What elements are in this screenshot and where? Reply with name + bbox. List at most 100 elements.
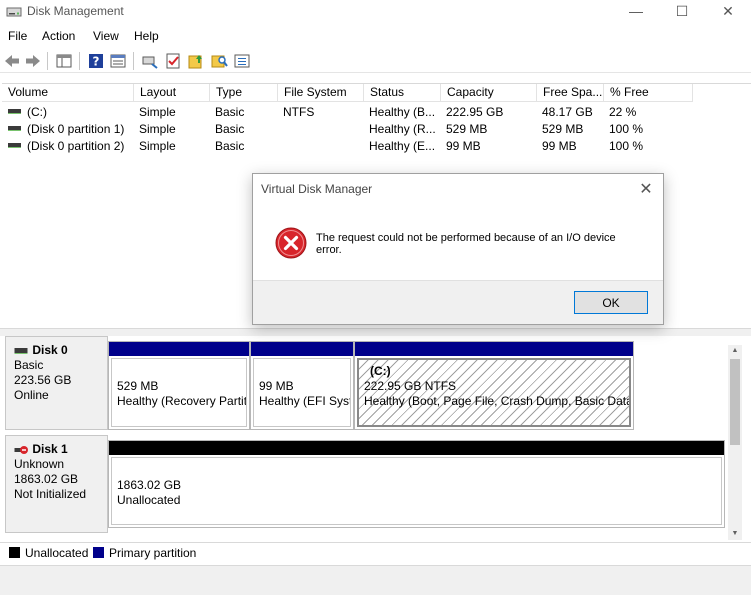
layout-cell: Simple [139,122,176,136]
percent-free-cell: 22 % [609,105,637,119]
disk-1-label[interactable]: Disk 1 Unknown 1863.02 GB Not Initialize… [5,435,108,533]
minimize-button[interactable]: — [613,0,659,24]
disk-graph-view: Disk 0 Basic 223.56 GB Online 529 MB Hea… [2,336,751,542]
free-space-cell: 48.17 GB [542,105,593,119]
legend-label-primary: Primary partition [109,546,197,560]
partition-efi[interactable]: 99 MB Healthy (EFI Syst [250,341,354,430]
menu-help[interactable]: Help [134,29,159,43]
capacity-cell: 222.95 GB [446,105,504,119]
free-space-cell: 529 MB [542,122,584,136]
volume-icon [8,109,21,115]
partition-label: (C:) [370,364,391,378]
column-header-free-space[interactable]: Free Spa... [537,84,604,102]
status-bar [0,565,751,595]
column-header-type[interactable]: Type [210,84,278,102]
primary-partition-bar [251,342,353,356]
properties-icon[interactable] [109,52,127,70]
legend-label-unallocated: Unallocated [25,546,89,560]
partition-size: 529 MB [117,379,159,393]
disk-size: 1863.02 GB [14,472,79,486]
partition-body: 529 MB Healthy (Recovery Partit [111,358,247,427]
partition-status: Healthy (EFI Syst [259,394,351,408]
volume-icon [8,126,21,132]
menu-bar: File Action View Help [0,27,751,47]
vertical-scrollbar[interactable]: ▲ ▼ [728,345,742,540]
volume-icon [8,143,21,149]
layout-cell: Simple [139,139,176,153]
error-icon [275,227,307,259]
volume-row[interactable]: (C:) Simple Basic NTFS Healthy (B... 222… [2,104,702,121]
close-window-button[interactable]: ✕ [705,0,751,24]
error-message-line: error. [316,244,342,256]
volume-name-cell: (Disk 0 partition 2) [8,138,124,155]
show-hide-console-tree-icon[interactable] [55,52,73,70]
partition-body: (C:) 222.95 GB NTFS Healthy (Boot, Page … [357,358,631,427]
volume-name: (C:) [27,105,47,119]
partition-body: 99 MB Healthy (EFI Syst [253,358,351,427]
disk-not-initialized-icon [14,445,28,454]
volume-row[interactable]: (Disk 0 partition 1) Simple Basic Health… [2,121,702,138]
partition-recovery[interactable]: 529 MB Healthy (Recovery Partit [108,341,250,430]
partition-status: Unallocated [117,493,181,507]
column-header-percent-free[interactable]: % Free [604,84,693,102]
menu-action[interactable]: Action [42,29,75,43]
disk-name: Disk 1 [32,442,68,456]
title-bar: Disk Management — ☐ ✕ [0,0,751,24]
primary-partition-bar [355,342,633,356]
help-icon[interactable]: ? [87,52,105,70]
scroll-up-icon[interactable]: ▲ [728,345,742,357]
search-folder-icon[interactable] [210,52,228,70]
folder-up-icon[interactable] [187,52,205,70]
partition-status: Healthy (Recovery Partit [117,394,247,408]
layout-cell: Simple [139,105,176,119]
disk-management-icon [6,7,22,17]
maximize-button[interactable]: ☐ [659,0,705,24]
scrollbar-thumb[interactable] [730,359,740,445]
primary-partition-swatch [93,547,104,558]
volume-row[interactable]: (Disk 0 partition 2) Simple Basic Health… [2,138,702,155]
list-view-icon[interactable] [233,52,251,70]
capacity-cell: 529 MB [446,122,488,136]
toolbar-separator [79,52,80,70]
menu-file[interactable]: File [8,29,27,43]
type-cell: Basic [215,122,245,136]
column-header-volume[interactable]: Volume [2,84,134,102]
ok-button[interactable]: OK [574,291,648,314]
svg-text:?: ? [93,55,100,69]
status-cell: Healthy (R... [369,122,436,136]
checklist-icon[interactable] [164,52,182,70]
menu-view[interactable]: View [93,29,119,43]
forward-arrow-icon[interactable] [24,52,42,70]
disk-state: Online [14,388,49,402]
dialog-footer: OK [253,280,663,324]
partition-unallocated[interactable]: 1863.02 GB Unallocated [108,440,725,528]
unallocated-swatch [9,547,20,558]
scroll-down-icon[interactable]: ▼ [728,528,742,540]
disk-state: Not Initialized [14,487,87,501]
dialog-close-button[interactable]: ✕ [637,179,655,199]
status-cell: Healthy (E... [369,139,436,153]
window-title: Disk Management [27,4,124,18]
volume-name: (Disk 0 partition 2) [27,139,125,153]
back-arrow-icon[interactable] [3,52,21,70]
dialog-title: Virtual Disk Manager [261,182,373,196]
free-space-cell: 99 MB [542,139,577,153]
error-message: The request could not be performed becau… [316,232,646,256]
column-header-status[interactable]: Status [364,84,441,102]
column-header-capacity[interactable]: Capacity [441,84,537,102]
disk-0-label[interactable]: Disk 0 Basic 223.56 GB Online [5,336,108,430]
column-header-layout[interactable]: Layout [134,84,210,102]
disk-icon [14,347,28,354]
partition-size: 99 MB [259,379,294,393]
type-cell: Basic [215,139,245,153]
error-message-line: The request could not be performed becau… [316,232,616,244]
percent-free-cell: 100 % [609,122,644,136]
volume-name-cell: (C:) [8,104,47,121]
pane-splitter[interactable] [0,328,751,336]
partition-c[interactable]: (C:) 222.95 GB NTFS Healthy (Boot, Page … [354,341,634,430]
column-header-file-system[interactable]: File System [278,84,364,102]
connect-icon[interactable] [141,52,159,70]
unallocated-bar [109,441,724,455]
percent-free-cell: 100 % [609,139,644,153]
toolbar: ? [0,49,751,73]
